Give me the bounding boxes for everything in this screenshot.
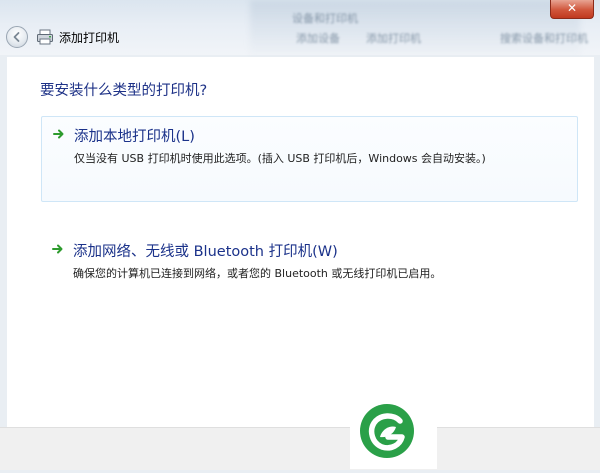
background-window-text: 添加设备 — [296, 32, 340, 45]
watermark-logo — [350, 393, 437, 469]
green-arrow-icon — [52, 244, 63, 254]
window-title: 添加打印机 — [59, 31, 120, 45]
add-local-printer-option[interactable]: 添加本地打印机(L) 仅当没有 USB 打印机时使用此选项。(插入 USB 打印… — [41, 116, 578, 202]
background-window-text: 设备和打印机 — [292, 12, 358, 25]
title-bar: 设备和打印机 添加设备 添加打印机 搜索设备和打印机 ✕ 添加打印机 — [0, 0, 600, 55]
green-arrow-icon — [53, 129, 64, 139]
background-window-text: 搜索设备和打印机 — [500, 32, 588, 45]
option-title: 添加本地打印机(L) — [74, 129, 195, 145]
back-button[interactable] — [6, 26, 28, 48]
option-description: 确保您的计算机已连接到网络，或者您的 Bluetooth 或无线打印机已启用。 — [73, 267, 442, 280]
wizard-footer — [0, 427, 600, 470]
page-question: 要安装什么类型的打印机? — [40, 83, 208, 99]
background-window-glass — [250, 0, 580, 55]
green-leaf-logo — [360, 404, 414, 458]
close-button[interactable]: ✕ — [550, 0, 594, 19]
wizard-content: 要安装什么类型的打印机? 添加本地打印机(L) 仅当没有 USB 打印机时使用此… — [7, 57, 594, 427]
option-title: 添加网络、无线或 Bluetooth 打印机(W) — [73, 244, 338, 260]
back-arrow-icon — [13, 32, 20, 42]
printer-icon — [37, 29, 53, 45]
background-window-text: 添加打印机 — [366, 32, 421, 45]
add-network-printer-option[interactable]: 添加网络、无线或 Bluetooth 打印机(W) 确保您的计算机已连接到网络，… — [41, 232, 578, 292]
option-description: 仅当没有 USB 打印机时使用此选项。(插入 USB 打印机后，Windows … — [74, 152, 486, 165]
